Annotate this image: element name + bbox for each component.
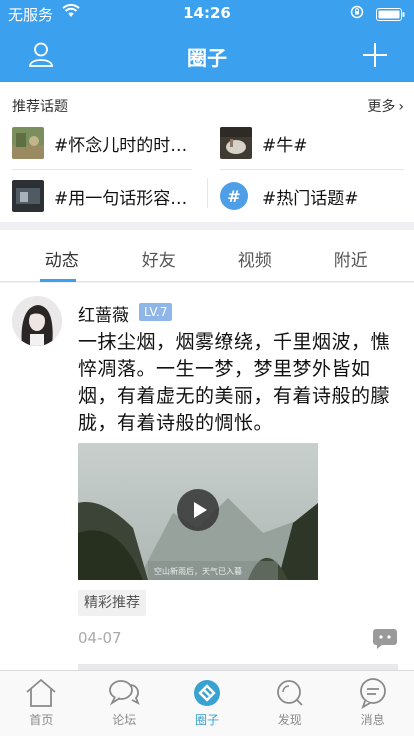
tabbar-label: 消息 (360, 713, 385, 727)
topic-label: #牛# (262, 135, 308, 156)
tab-videos[interactable]: 视频 (203, 246, 307, 271)
video-caption: 空山新雨后，天气已入暮 (154, 567, 242, 576)
home-icon (26, 678, 56, 707)
divider (207, 178, 208, 208)
battery-icon (376, 7, 406, 25)
bottom-tab-bar: 首页 论坛 圈子 发现 消息 (0, 670, 414, 736)
topic-item[interactable]: #怀念儿时的时… (12, 125, 202, 161)
message-icon (359, 678, 386, 709)
topic-thumbnail (12, 127, 44, 159)
topic-thumbnail (12, 180, 44, 212)
circle-icon (193, 680, 220, 706)
topics-heading: 推荐话题 (12, 99, 68, 115)
tabbar-label: 首页 (29, 713, 54, 727)
hash-icon: # (220, 182, 248, 210)
active-tab-indicator (40, 279, 76, 282)
tabbar-label: 发现 (277, 713, 302, 727)
feed-tabs: 动态 好友 视频 附近 (0, 230, 414, 282)
orientation-lock-icon (350, 5, 366, 23)
chevron-right-icon: › (398, 99, 404, 115)
tabbar-home[interactable]: 首页 (0, 677, 83, 728)
post-tag[interactable]: 精彩推荐 (78, 590, 146, 616)
chat-bubbles-icon (109, 680, 140, 706)
tab-dongtai[interactable]: 动态 (10, 246, 114, 271)
topic-label: #怀念儿时的时… (54, 135, 188, 156)
play-icon[interactable] (176, 488, 220, 536)
topic-item[interactable]: #用一句话形容… (12, 178, 202, 214)
tabbar-label: 圈子 (194, 713, 219, 727)
avatar[interactable] (12, 296, 62, 346)
divider (12, 169, 192, 170)
feed: 红蔷薇 LV.7 一抹尘烟，烟雾缭绕，千里烟波，憔悴凋落。一生一梦，梦里梦外皆如… (0, 283, 414, 670)
post-date: 04-07 (78, 629, 122, 647)
status-bar: 无服务 14:26 (0, 0, 414, 26)
more-label: 更多 (367, 99, 396, 115)
topic-label: #热门话题# (262, 188, 359, 209)
divider (220, 169, 404, 170)
topics-more-link[interactable]: 更多 › (367, 96, 404, 116)
tabbar-circle[interactable]: 圈子 (166, 677, 249, 728)
video-player[interactable]: 空山新雨后，天气已入暮 (78, 443, 318, 580)
tabbar-messages[interactable]: 消息 (331, 677, 414, 728)
topic-thumbnail (220, 127, 252, 159)
plus-icon[interactable] (362, 42, 388, 72)
comment-icon[interactable] (372, 628, 398, 654)
post-content: 一抹尘烟，烟雾缭绕，千里烟波，憔悴凋落。一生一梦，梦里梦外皆如烟，有着虚无的美丽… (78, 331, 391, 434)
post-username[interactable]: 红蔷薇 (78, 301, 129, 326)
topic-item[interactable]: # #热门话题# (220, 178, 410, 214)
tabbar-label: 论坛 (112, 713, 137, 727)
tab-friends[interactable]: 好友 (107, 246, 211, 271)
topic-item[interactable]: #牛# (220, 125, 410, 161)
tab-nearby[interactable]: 附近 (299, 246, 403, 271)
level-badge: LV.7 (139, 303, 173, 321)
page-title: 圈子 (187, 46, 227, 70)
tabbar-forum[interactable]: 论坛 (83, 677, 166, 728)
tabbar-discover[interactable]: 发现 (248, 677, 331, 728)
app-header: 无服务 14:26 圈子 (0, 0, 414, 82)
recommended-topics: 推荐话题 更多 › #怀念儿时的时… #牛# #用一句话形容… # #热门话题# (0, 82, 414, 222)
search-icon (276, 680, 303, 706)
topic-label: #用一句话形容… (54, 188, 188, 209)
